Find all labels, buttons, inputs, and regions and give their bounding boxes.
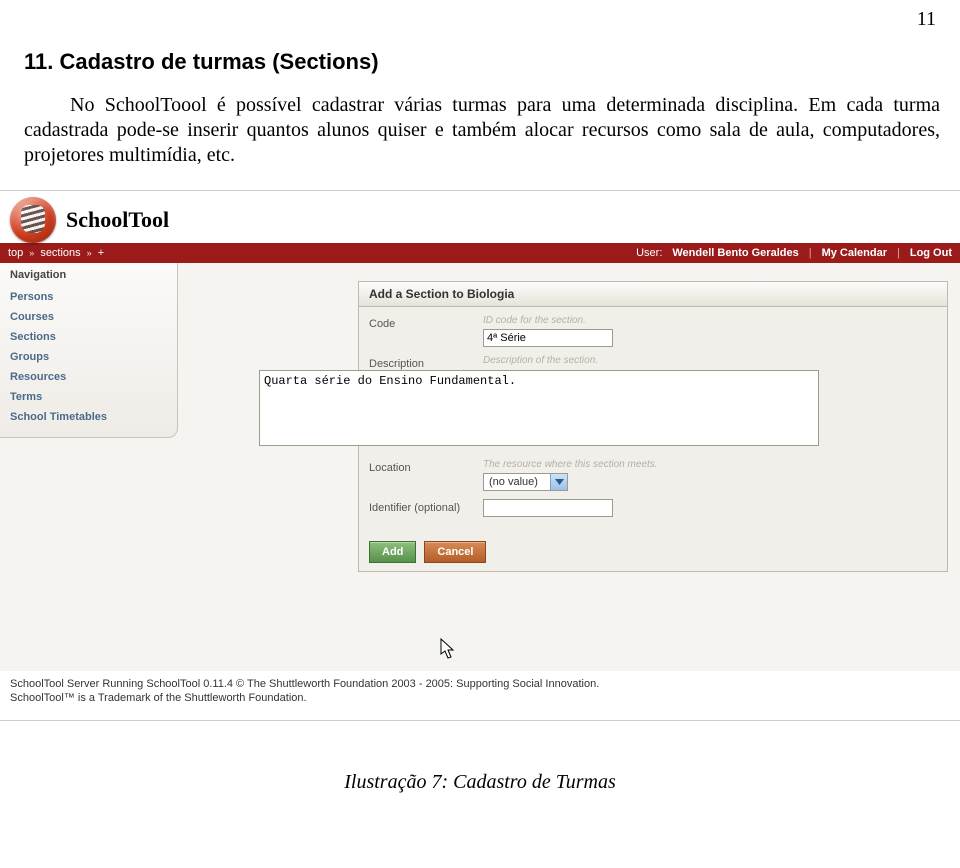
breadcrumb-top[interactable]: top bbox=[8, 247, 23, 259]
navigation-title: Navigation bbox=[10, 267, 167, 287]
identifier-label: Identifier (optional) bbox=[369, 499, 475, 514]
breadcrumb-sep-icon: » bbox=[87, 248, 92, 258]
location-label: Location bbox=[369, 459, 475, 474]
sidebar-item-courses[interactable]: Courses bbox=[10, 307, 167, 327]
description-label: Description bbox=[369, 355, 475, 370]
doc-heading: 11. Cadastro de turmas (Sections) bbox=[0, 37, 960, 93]
breadcrumb: top » sections » + bbox=[8, 247, 104, 259]
sidebar-item-terms[interactable]: Terms bbox=[10, 387, 167, 407]
content-area: Add a Section to Biologia Code ID code f… bbox=[178, 263, 960, 671]
top-bar-separator: | bbox=[897, 247, 900, 259]
form-title: Add a Section to Biologia bbox=[359, 282, 947, 307]
form-row-description: Description Description of the section. bbox=[369, 355, 937, 449]
form-row-code: Code ID code for the section. bbox=[369, 315, 937, 347]
sidebar-item-persons[interactable]: Persons bbox=[10, 287, 167, 307]
app-footer: SchoolTool Server Running SchoolTool 0.1… bbox=[0, 671, 960, 720]
form-row-identifier: Identifier (optional) bbox=[369, 499, 937, 517]
footer-line-2: SchoolTool™ is a Trademark of the Shuttl… bbox=[10, 691, 950, 705]
footer-line-1: SchoolTool Server Running SchoolTool 0.1… bbox=[10, 677, 950, 691]
app-logo-icon bbox=[10, 197, 56, 243]
doc-paragraph-text: No SchoolToool é possível cadastrar vári… bbox=[24, 94, 940, 166]
my-calendar-link[interactable]: My Calendar bbox=[822, 247, 887, 259]
sidebar-item-sections[interactable]: Sections bbox=[10, 327, 167, 347]
sidebar-item-resources[interactable]: Resources bbox=[10, 367, 167, 387]
user-label: User: bbox=[636, 247, 662, 259]
mouse-cursor-icon bbox=[440, 638, 456, 663]
breadcrumb-sep-icon: » bbox=[29, 248, 34, 258]
description-hint: Description of the section. bbox=[483, 355, 937, 369]
chevron-down-icon bbox=[550, 474, 567, 490]
breadcrumb-plus[interactable]: + bbox=[98, 247, 104, 259]
log-out-link[interactable]: Log Out bbox=[910, 247, 952, 259]
figure-caption: Ilustração 7: Cadastro de Turmas bbox=[0, 721, 960, 806]
form-panel: Add a Section to Biologia Code ID code f… bbox=[358, 281, 948, 572]
app-screenshot: SchoolTool top » sections » + User: Wend… bbox=[0, 190, 960, 721]
description-textarea[interactable] bbox=[259, 370, 819, 446]
code-hint: ID code for the section. bbox=[483, 315, 937, 329]
location-select-value: (no value) bbox=[484, 474, 550, 490]
code-input[interactable] bbox=[483, 329, 613, 347]
breadcrumb-sections[interactable]: sections bbox=[40, 247, 80, 259]
app-title: SchoolTool bbox=[66, 207, 169, 233]
top-bar-right: User: Wendell Bento Geraldes | My Calend… bbox=[636, 247, 952, 259]
button-row: Add Cancel bbox=[359, 535, 947, 571]
cancel-button[interactable]: Cancel bbox=[424, 541, 486, 563]
location-select[interactable]: (no value) bbox=[483, 473, 568, 491]
doc-paragraph: No SchoolToool é possível cadastrar vári… bbox=[0, 93, 960, 182]
app-header: SchoolTool bbox=[0, 191, 960, 243]
navigation-box: Navigation Persons Courses Sections Grou… bbox=[0, 263, 178, 438]
code-label: Code bbox=[369, 315, 475, 330]
top-bar: top » sections » + User: Wendell Bento G… bbox=[0, 243, 960, 263]
sidebar: Navigation Persons Courses Sections Grou… bbox=[0, 263, 178, 671]
sidebar-item-groups[interactable]: Groups bbox=[10, 347, 167, 367]
location-hint: The resource where this section meets. bbox=[483, 459, 937, 473]
page-number: 11 bbox=[0, 0, 960, 37]
identifier-input[interactable] bbox=[483, 499, 613, 517]
form-row-location: Location The resource where this section… bbox=[369, 459, 937, 491]
app-body: Navigation Persons Courses Sections Grou… bbox=[0, 263, 960, 671]
user-name: Wendell Bento Geraldes bbox=[672, 247, 798, 259]
add-button[interactable]: Add bbox=[369, 541, 416, 563]
sidebar-item-school-timetables[interactable]: School Timetables bbox=[10, 407, 167, 427]
top-bar-separator: | bbox=[809, 247, 812, 259]
